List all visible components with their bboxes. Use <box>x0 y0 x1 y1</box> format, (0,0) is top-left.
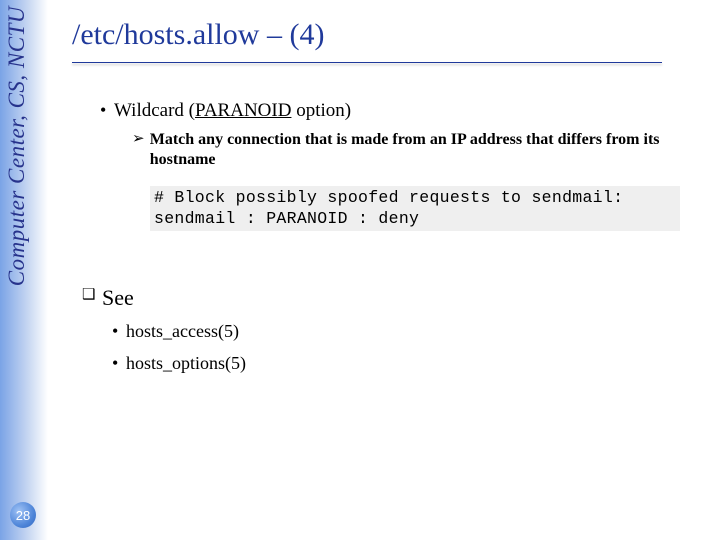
bullet-dot-icon: • <box>112 353 126 375</box>
see-item-2-text: hosts_options(5) <box>126 353 246 374</box>
bullet-prefix: Wildcard ( <box>114 100 195 121</box>
subbullet-match: ➢ Match any connection that is made from… <box>132 130 682 170</box>
slide: Computer Center, CS, NCTU /etc/hosts.all… <box>0 0 720 540</box>
page-number: 28 <box>16 508 30 523</box>
title-underline <box>72 62 662 63</box>
bullet-wildcard: • Wildcard (PARANOID option) <box>100 100 682 122</box>
subbullet-match-text: Match any connection that is made from a… <box>150 130 682 170</box>
bullet-see: ❑ See <box>82 285 682 311</box>
bullet-paranoid: PARANOID <box>195 100 291 121</box>
see-item-1: • hosts_access(5) <box>112 321 682 343</box>
slide-content: • Wildcard (PARANOID option) ➢ Match any… <box>72 100 682 374</box>
code-line-2: sendmail : PARANOID : deny <box>154 209 676 230</box>
bullet-wildcard-text: Wildcard (PARANOID option) <box>114 100 351 122</box>
page-number-badge: 28 <box>10 502 36 528</box>
arrow-icon: ➢ <box>132 130 150 149</box>
bullet-dot-icon: • <box>112 321 126 343</box>
see-item-2: • hosts_options(5) <box>112 353 682 375</box>
bullet-see-text: See <box>102 285 134 311</box>
sidebar-label: Computer Center, CS, NCTU <box>4 6 30 286</box>
see-item-1-text: hosts_access(5) <box>126 321 239 342</box>
square-bullet-icon: ❑ <box>82 285 102 306</box>
code-block: # Block possibly spoofed requests to sen… <box>150 186 680 231</box>
bullet-dot-icon: • <box>100 100 114 122</box>
slide-title: /etc/hosts.allow – (4) <box>72 18 324 52</box>
bullet-suffix: option) <box>291 100 351 121</box>
code-line-1: # Block possibly spoofed requests to sen… <box>154 188 676 209</box>
